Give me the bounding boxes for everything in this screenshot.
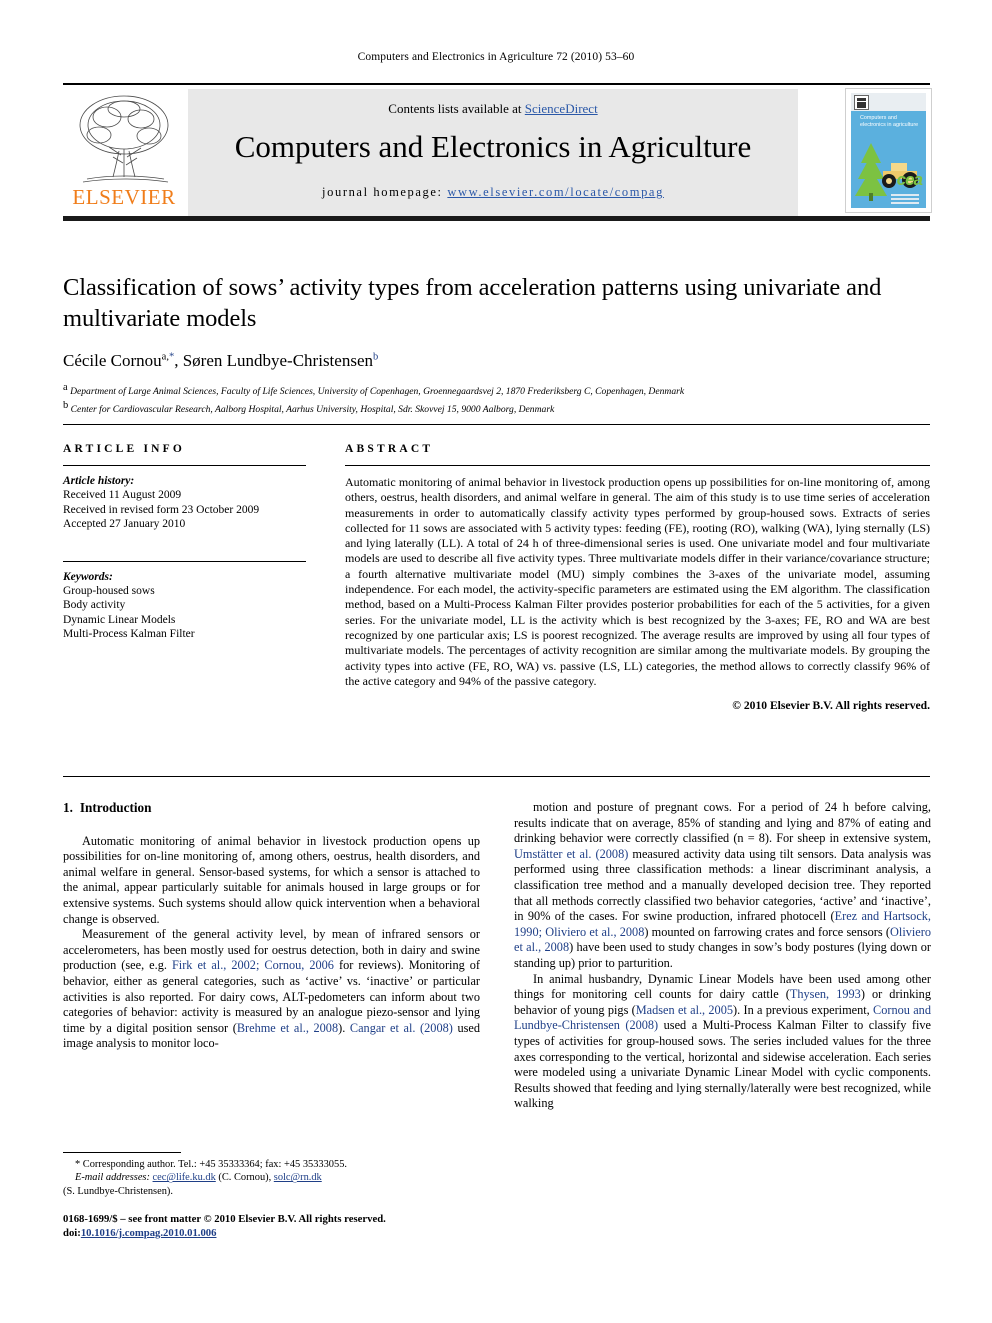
history-received: Received 11 August 2009 [63,489,182,501]
body-column-left: 1. Introduction Automatic monitoring of a… [63,800,480,1052]
footnote-block: * Corresponding author. Tel.: +45 353333… [63,1158,480,1198]
article-info-column: ARTICLE INFO Article history: Received 1… [63,443,306,642]
citation-link[interactable]: Madsen et al., 2005 [636,1003,733,1017]
elsevier-wordmark: ELSEVIER [72,185,176,209]
paragraph: motion and posture of pregnant cows. For… [514,800,931,972]
info-band-bottom-rule [63,776,930,777]
contents-prefix: Contents lists available at [388,101,525,116]
homepage-url-link[interactable]: www.elsevier.com/locate/compag [447,185,664,199]
abstract-rule [345,465,930,466]
doi-label: doi: [63,1227,81,1239]
affiliation-b: b Center for Cardiovascular Research, Aa… [63,399,930,417]
affiliation-a-marker: a [63,382,68,393]
citation-link[interactable]: Firk et al., 2002; [172,958,259,972]
cover-artwork: Computers and electronics in agriculture… [851,93,926,208]
paragraph: Automatic monitoring of animal behavior … [63,834,480,928]
paper-page: Computers and Electronics in Agriculture… [0,0,992,1323]
history-revised: Received in revised form 23 October 2009 [63,503,260,516]
citation-link[interactable]: Brehme et al., 2008 [237,1021,338,1035]
info-band-top-rule [63,424,930,425]
paragraph: Measurement of the general activity leve… [63,927,480,1052]
corresponding-author-note: * Corresponding author. Tel.: +45 353333… [63,1158,480,1171]
banner-center-panel: Contents lists available at ScienceDirec… [188,89,798,217]
section-heading-introduction: 1. Introduction [63,800,480,816]
affiliation-block: a Department of Large Animal Sciences, F… [63,381,930,416]
doi-link[interactable]: 10.1016/j.compag.2010.01.006 [81,1227,217,1239]
email-link-cornou[interactable]: cec@life.ku.dk [153,1172,216,1183]
author-2-name: Søren Lundbye-Christensen [182,351,373,370]
cover-publisher-icon [854,95,869,110]
sciencedirect-link[interactable]: ScienceDirect [525,101,598,116]
keyword-4: Multi-Process Kalman Filter [63,628,195,640]
author-2-affil-marker: b [373,351,379,363]
text-run: ) mounted on farrowing crates and force … [644,924,891,939]
section-title: Introduction [79,800,152,815]
affiliation-b-marker: b [63,399,69,411]
keyword-1: Group-housed sows [63,584,155,597]
page-title: Classification of sows’ activity types f… [63,274,882,332]
affiliation-a: a Department of Large Animal Sciences, F… [63,381,930,399]
citation-link[interactable]: Thysen, 1993 [790,987,861,1001]
journal-cover-thumbnail: Computers and electronics in agriculture… [845,88,932,213]
banner-bottom-rule [63,216,930,221]
author-1-affil-marker: a, [161,351,169,363]
doi-line: doi:10.1016/j.compag.2010.01.006 [63,1226,480,1240]
paragraph: In animal husbandry, Dynamic Linear Mode… [514,972,931,1112]
corresponding-author-text: Corresponding author. Tel.: +45 35333364… [80,1159,347,1170]
keyword-3: Dynamic Linear Models [63,613,176,626]
journal-title: Computers and Electronics in Agriculture [234,129,752,164]
homepage-label: journal homepage: [322,185,443,199]
abstract-column: ABSTRACT Automatic monitoring of animal … [345,443,930,712]
title-block: Classification of sows’ activity types f… [63,272,930,416]
history-accepted: Accepted 27 January 2010 [63,518,186,530]
cover-title-text: Computers and electronics in agriculture [860,115,919,128]
elsevier-tree-icon [79,95,169,183]
cover-cea-mark: cea [896,170,923,189]
email-addresses-label: E-mail addresses: [75,1172,150,1184]
article-history-label: Article history: [63,475,135,487]
author-list: Cécile Cornoua,*, Søren Lundbye-Christen… [63,351,930,371]
section-number: 1. [63,800,73,815]
keyword-2: Body activity [63,599,126,611]
email-link-lundbye[interactable]: solc@rn.dk [274,1172,322,1183]
keywords-rule [63,560,306,562]
contents-available-line: Contents lists available at ScienceDirec… [188,101,798,117]
imprint-block: 0168-1699/$ – see front matter © 2010 El… [63,1212,480,1240]
author-1-name: Cécile Cornou [63,351,162,370]
text-run: ). In a previous experiment, [733,1002,874,1017]
issn-copyright-line: 0168-1699/$ – see front matter © 2010 El… [63,1213,386,1225]
body-column-right: motion and posture of pregnant cows. For… [514,800,931,1112]
author-separator: , [174,351,183,370]
article-info-rule [63,465,306,466]
keywords-label: Keywords: [63,570,113,583]
abstract-heading: ABSTRACT [345,443,434,455]
cover-field-lines [891,194,919,205]
banner-top-rule [63,83,930,85]
citation-link[interactable]: Cornou, 2006 [264,958,334,972]
text-run: ) have been used to study changes in sow… [514,940,931,970]
text-run: ). [338,1020,350,1035]
citation-link[interactable]: Cangar et al. (2008) [350,1021,453,1035]
abstract-text: Automatic monitoring of animal behavior … [345,475,930,688]
text-run: Automatic monitoring of animal behavior … [63,833,480,926]
elsevier-logo: ELSEVIER [65,91,183,216]
email-note: E-mail addresses: cec@life.ku.dk (C. Cor… [63,1171,480,1184]
journal-banner: ELSEVIER Contents lists available at Sci… [63,83,932,221]
email-owner-1: (C. Cornou), [215,1172,274,1184]
abstract-copyright: © 2010 Elsevier B.V. All rights reserved… [732,699,930,713]
article-info-heading: ARTICLE INFO [63,443,186,455]
email-owner-2: (S. Lundbye-Christensen). [63,1185,173,1197]
affiliation-a-text: Department of Large Animal Sciences, Fac… [70,386,685,398]
running-head: Computers and Electronics in Agriculture… [357,51,635,63]
journal-homepage-line: journal homepage: www.elsevier.com/locat… [188,185,798,200]
affiliation-b-text: Center for Cardiovascular Research, Aalb… [70,403,555,415]
citation-link[interactable]: Umstätter et al. (2008) [514,847,628,861]
footnote-rule [63,1152,181,1153]
text-run: motion and posture of pregnant cows. For… [514,800,931,846]
